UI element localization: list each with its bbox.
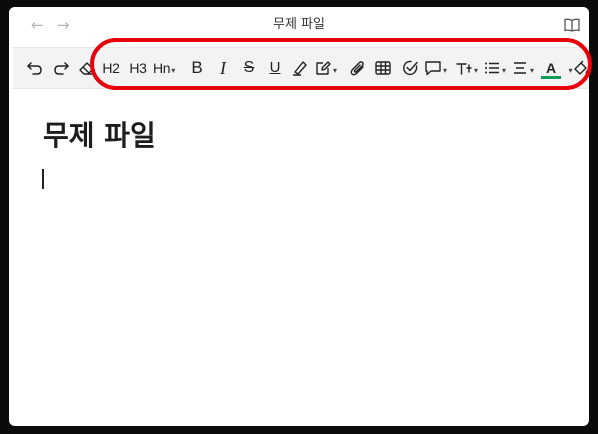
- attach-button[interactable]: [348, 56, 368, 80]
- paperclip-icon: [350, 61, 364, 76]
- checklist-button[interactable]: [400, 56, 420, 80]
- redo-icon: [54, 62, 69, 75]
- redo-button[interactable]: [51, 56, 71, 80]
- checkbox-circle-icon: [403, 60, 418, 76]
- comment-icon: [425, 61, 441, 76]
- heading3-label: H3: [129, 60, 147, 76]
- underline-button[interactable]: U: [265, 56, 285, 80]
- highlighter-icon: [293, 61, 307, 76]
- underline-label: U: [269, 59, 281, 76]
- heading2-label: H2: [102, 60, 120, 76]
- book-icon[interactable]: [563, 16, 581, 34]
- strike-label: S: [243, 59, 255, 76]
- heading-n-dropdown[interactable]: Hn ▾: [153, 56, 175, 80]
- comment-dropdown[interactable]: ▾: [424, 56, 447, 80]
- text-format-icon: [456, 63, 472, 75]
- clear-format-button[interactable]: [77, 56, 97, 80]
- chevron-down-icon: ▾: [333, 66, 338, 75]
- list-dropdown[interactable]: ▾: [483, 56, 506, 80]
- align-dropdown[interactable]: ▾: [511, 56, 534, 80]
- heading3-button[interactable]: H3: [128, 56, 148, 80]
- table-button[interactable]: [373, 56, 393, 80]
- strikethrough-button[interactable]: S: [239, 56, 259, 80]
- align-icon: [514, 62, 526, 74]
- edit-box-dropdown[interactable]: ▾: [314, 56, 337, 80]
- document-heading[interactable]: 무제 파일: [43, 119, 156, 153]
- italic-button[interactable]: I: [213, 56, 233, 80]
- heading-n-label: Hn: [153, 60, 171, 76]
- formatting-toolbar: H2 H3 Hn ▾ B I S U ▾ ▾ ▾ ▾ ▾ A ▾: [13, 47, 589, 89]
- bold-button[interactable]: B: [187, 56, 207, 80]
- eraser-icon: [79, 62, 94, 75]
- text-format-dropdown[interactable]: ▾: [455, 56, 478, 80]
- chevron-down-icon: ▾: [502, 66, 507, 75]
- title-bar: ← → 무제 파일: [9, 7, 589, 43]
- font-color-button[interactable]: A: [541, 56, 561, 80]
- app-window: ← → 무제 파일 H2 H3 Hn ▾ B I S U ▾ ▾ ▾ ▾ ▾ A…: [9, 7, 589, 426]
- italic-label: I: [220, 58, 226, 78]
- heading2-button[interactable]: H2: [101, 56, 121, 80]
- font-color-swatch: [541, 76, 561, 79]
- table-icon: [375, 61, 391, 75]
- edit-box-icon: [316, 61, 331, 75]
- text-cursor: [42, 169, 44, 189]
- fill-icon: [574, 60, 589, 75]
- highlight-button[interactable]: [290, 56, 310, 80]
- list-icon: [485, 62, 499, 74]
- window-title: 무제 파일: [273, 17, 325, 32]
- chevron-down-icon: ▾: [171, 66, 176, 75]
- fill-color-button[interactable]: [571, 56, 589, 80]
- undo-button[interactable]: [25, 56, 45, 80]
- editor-area[interactable]: 무제 파일: [9, 89, 589, 426]
- chevron-down-icon: ▾: [474, 66, 479, 75]
- bold-label: B: [191, 58, 203, 77]
- undo-icon: [27, 62, 42, 75]
- chevron-down-icon: ▾: [443, 66, 448, 75]
- chevron-down-icon: ▾: [530, 66, 535, 75]
